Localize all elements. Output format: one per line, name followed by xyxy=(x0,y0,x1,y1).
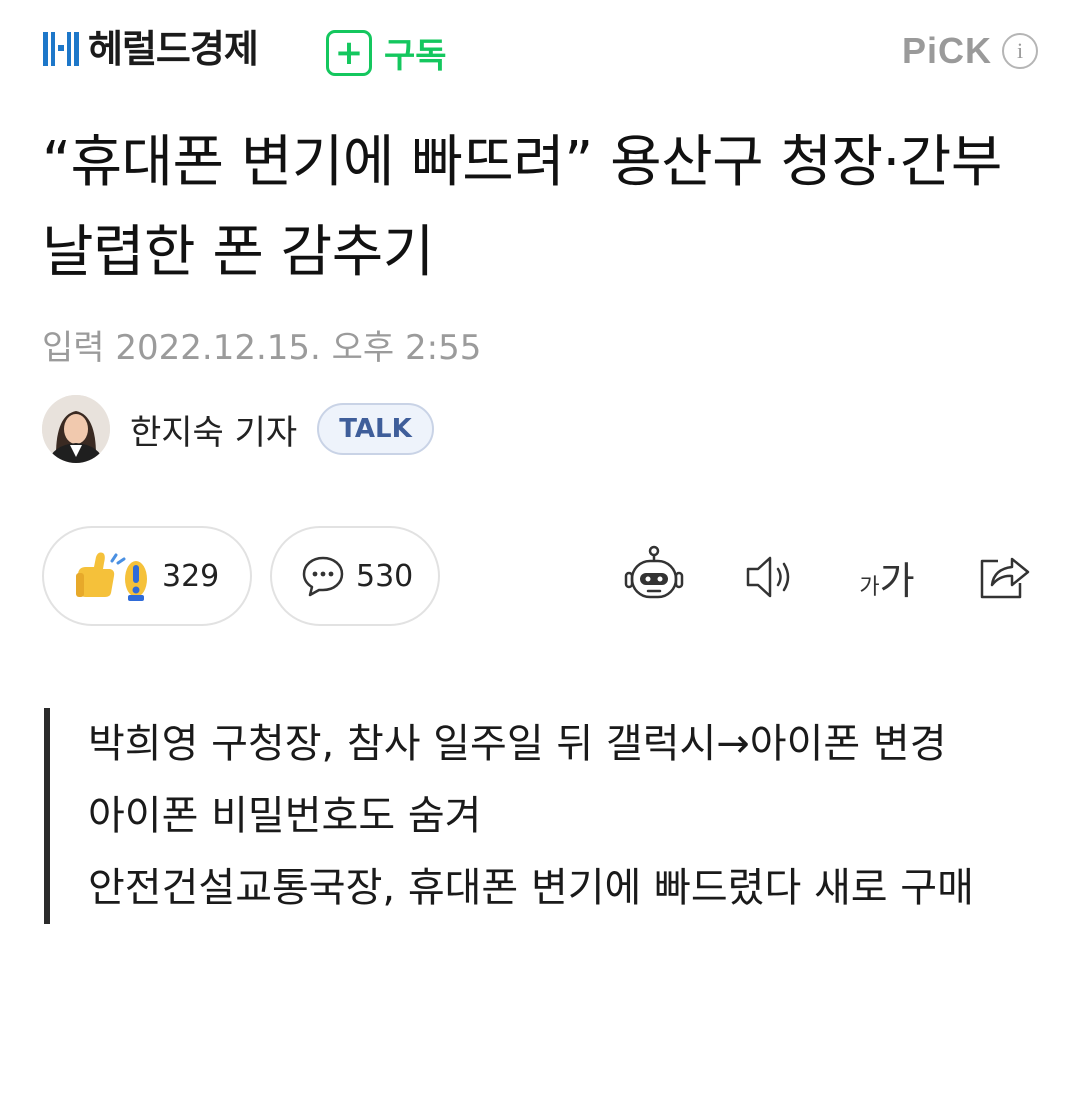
comment-bubble-icon xyxy=(302,556,344,597)
publish-date: 입력 2022.12.15. 오후 2:55 xyxy=(42,328,482,368)
author-photo-icon xyxy=(42,395,110,463)
plus-icon: + xyxy=(326,29,372,76)
reaction-button[interactable]: 329 xyxy=(42,526,252,626)
font-size-small: 가 xyxy=(859,574,880,600)
article-summary: 박희영 구청장, 참사 일주일 뒤 갤럭시→아이폰 변경 아이폰 비밀번호도 숨… xyxy=(44,708,1048,924)
font-size-button[interactable]: 가가 xyxy=(852,545,922,609)
reaction-emoji-icon xyxy=(76,552,147,601)
reaction-count: 329 xyxy=(162,558,220,594)
comment-button[interactable]: 530 xyxy=(270,526,440,626)
author-name[interactable]: 한지숙 기자 xyxy=(130,405,297,454)
robot-icon xyxy=(624,545,684,599)
summary-line: 아이폰 비밀번호도 숨겨 xyxy=(88,793,482,839)
subscribe-label: 구독 xyxy=(384,36,447,76)
pick-badge: PiCK i xyxy=(902,30,1038,72)
author-avatar[interactable] xyxy=(42,395,110,463)
publisher-name: 헤럴드경제 xyxy=(88,27,259,71)
talk-button[interactable]: TALK xyxy=(317,403,434,455)
font-size-large: 가 xyxy=(879,558,915,603)
publisher-logo-icon xyxy=(43,32,79,66)
comment-count: 530 xyxy=(356,558,414,594)
pick-label: PiCK xyxy=(901,30,992,71)
subscribe-button[interactable]: + 구독 xyxy=(326,28,447,77)
info-icon[interactable]: i xyxy=(1002,33,1038,69)
article-header: 헤럴드경제 + 구독 PiCK i xyxy=(0,0,1080,100)
share-button[interactable] xyxy=(972,545,1036,609)
share-icon xyxy=(980,557,1030,599)
summary-line: 박희영 구청장, 참사 일주일 뒤 갤럭시→아이폰 변경 xyxy=(88,721,947,767)
summary-line: 안전건설교통국장, 휴대폰 변기에 빠드렸다 새로 구매 xyxy=(88,865,974,911)
publisher-logo[interactable]: 헤럴드경제 xyxy=(42,27,259,71)
text-to-speech-button[interactable] xyxy=(738,545,802,609)
article-title: “휴대폰 변기에 빠뜨려” 용산구 청장·간부 날렵한 폰 감추기 xyxy=(42,130,1002,285)
font-size-icon: 가가 xyxy=(859,550,914,605)
summary-bot-button[interactable] xyxy=(622,545,686,609)
author-info: 한지숙 기자 TALK xyxy=(42,395,434,463)
speaker-icon xyxy=(746,556,790,598)
